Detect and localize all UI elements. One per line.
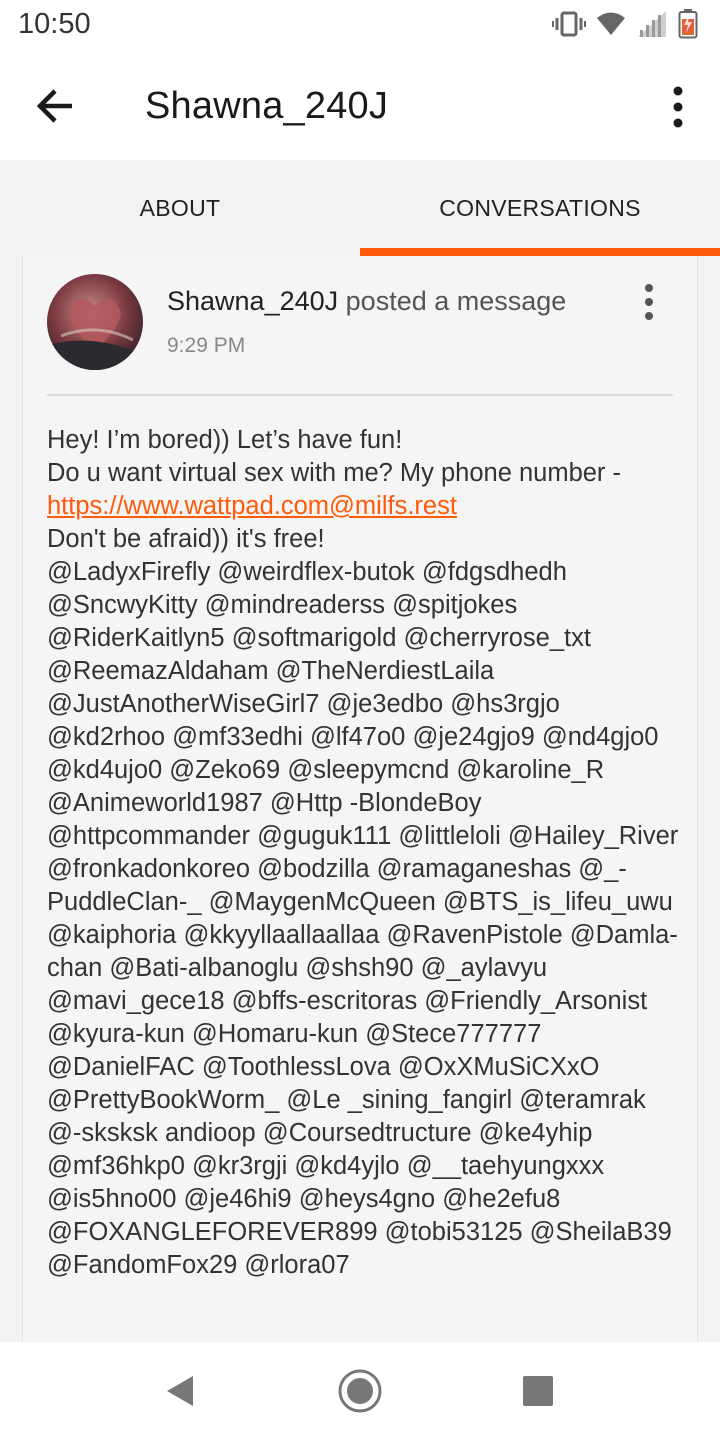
more-vert-icon	[639, 284, 659, 326]
post-menu-button[interactable]	[639, 282, 659, 322]
app-bar: Shawna_240J	[0, 52, 720, 160]
wifi-icon	[596, 11, 626, 42]
divider	[47, 394, 673, 396]
message-line: Hey! I’m bored)) Let’s have fun!	[47, 426, 403, 454]
back-triangle-icon	[155, 1376, 205, 1420]
status-bar: 10:50	[0, 0, 720, 52]
overflow-menu-button[interactable]	[666, 82, 690, 132]
tab-about[interactable]: ABOUT	[0, 160, 360, 256]
system-nav-bar	[0, 1342, 720, 1440]
recents-square-icon	[513, 1376, 563, 1420]
nav-home-button[interactable]	[335, 1366, 385, 1416]
message-link[interactable]: https://www.wattpad.com@milfs.rest	[47, 492, 457, 520]
status-icons	[552, 8, 698, 44]
vibrate-icon	[552, 10, 586, 43]
home-circle-icon	[335, 1369, 385, 1420]
signal-icon	[636, 10, 668, 43]
page-title: Shawna_240J	[145, 85, 389, 127]
post-author[interactable]: Shawna_240J	[167, 286, 338, 316]
message-line: Don't be afraid)) it's free!	[47, 525, 325, 553]
more-vert-icon	[666, 86, 690, 136]
nav-back-button[interactable]	[155, 1366, 205, 1416]
status-time: 10:50	[18, 8, 91, 40]
message-card: Shawna_240J posted a message 9:29 PM Hey…	[22, 256, 698, 1342]
post-header: Shawna_240J posted a message	[167, 286, 566, 317]
back-button[interactable]	[30, 80, 82, 132]
message-line: Do u want virtual sex with me? My phone …	[47, 459, 621, 487]
conversation-feed[interactable]: Shawna_240J posted a message 9:29 PM Hey…	[0, 256, 720, 1342]
tab-conversations[interactable]: CONVERSATIONS	[360, 160, 720, 256]
arrow-back-icon	[30, 89, 82, 136]
mentions-list: @LadyxFirefly @weirdflex-butok @fdgsdhed…	[47, 558, 679, 1279]
nav-recents-button[interactable]	[513, 1366, 563, 1416]
tab-bar: ABOUT CONVERSATIONS	[0, 160, 720, 256]
post-timestamp: 9:29 PM	[167, 334, 246, 357]
post-action: posted a message	[345, 286, 567, 316]
battery-icon	[678, 8, 698, 44]
message-body: Hey! I’m bored)) Let’s have fun! Do u wa…	[47, 424, 683, 1282]
avatar[interactable]	[47, 274, 143, 370]
